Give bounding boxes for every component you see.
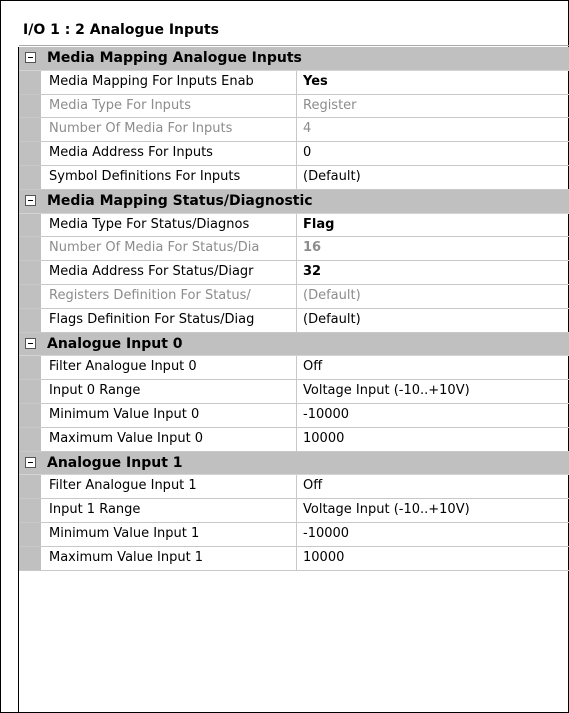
category-label: Analogue Input 0 [47,335,183,352]
property-row[interactable]: Symbol Definitions For Inputs (Default) [19,165,569,190]
property-row[interactable]: Media Type For Status/Diagnos Flag [19,213,569,238]
property-name: Minimum Value Input 0 [41,403,297,427]
property-row: Registers Definition For Status/ (Default… [19,284,569,309]
property-value[interactable]: 32 [303,264,321,279]
row-gutter [19,284,41,308]
property-value[interactable]: Yes [303,74,328,89]
property-value[interactable]: -10000 [303,407,349,422]
row-gutter [19,427,41,451]
row-gutter [19,261,41,284]
property-value: (Default) [303,287,361,303]
row-gutter [19,94,41,118]
row-gutter [19,356,41,380]
property-value[interactable]: (Default) [303,169,361,184]
row-gutter [19,499,41,522]
property-name: Maximum Value Input 1 [41,546,297,570]
collapse-toggle-icon[interactable] [25,337,36,349]
property-panel: I/O 1 : 2 Analogue Inputs Media Mapping … [0,0,569,713]
row-gutter [19,70,41,94]
property-name: Input 0 Range [41,380,297,403]
property-value: Register [303,97,357,113]
property-value[interactable]: Flag [303,217,334,232]
category-label: Media Mapping Analogue Inputs [47,50,302,66]
property-name: Filter Analogue Input 0 [41,356,297,380]
property-name: Media Address For Inputs [41,142,297,165]
property-row[interactable]: Flags Definition For Status/Diag (Default… [19,308,569,333]
row-gutter [19,213,41,237]
property-value[interactable]: 10000 [303,550,344,565]
row-gutter [19,308,41,332]
category-header[interactable]: Analogue Input 0 [19,332,569,357]
property-value[interactable]: -10000 [303,526,349,541]
property-row: Media Type For Inputs Register [19,94,569,119]
property-name: Media Mapping For Inputs Enab [41,70,297,94]
row-gutter [19,403,41,427]
property-name: Input 1 Range [41,499,297,522]
property-row[interactable]: Input 1 Range Voltage Input (-10..+10V) [19,499,569,523]
collapse-toggle-icon[interactable] [25,194,36,206]
property-name: Media Type For Status/Diagnos [41,213,297,237]
category-header[interactable]: Media Mapping Analogue Inputs [19,47,569,71]
property-grid: Media Mapping Analogue Inputs Media Mappi… [19,47,569,571]
category-header[interactable]: Media Mapping Status/Diagnostic [19,189,569,214]
property-row: Number Of Media For Inputs 4 [19,118,569,143]
property-name: Media Address For Status/Diagr [41,261,297,284]
property-value[interactable]: (Default) [303,312,361,327]
property-value[interactable]: Voltage Input (-10..+10V) [303,383,470,398]
row-gutter [19,546,41,570]
property-row[interactable]: Media Address For Status/Diagr 32 [19,261,569,285]
row-gutter [19,237,41,261]
property-row: Number Of Media For Status/Dia 16 [19,237,569,262]
row-gutter [19,475,41,499]
property-value[interactable]: Off [303,359,322,374]
property-row[interactable]: Filter Analogue Input 1 Off [19,475,569,500]
property-row[interactable]: Minimum Value Input 1 -10000 [19,522,569,547]
property-row[interactable]: Media Address For Inputs 0 [19,142,569,166]
property-row[interactable]: Maximum Value Input 1 10000 [19,546,569,571]
row-gutter [19,142,41,165]
property-name: Flags Definition For Status/Diag [41,308,297,332]
panel-title: I/O 1 : 2 Analogue Inputs [23,22,220,38]
property-value: 4 [303,121,312,137]
row-gutter [19,118,41,142]
property-value: 16 [303,240,322,256]
category-label: Analogue Input 1 [47,454,183,471]
row-gutter [19,522,41,546]
property-name: Number Of Media For Inputs [41,118,297,142]
property-row[interactable]: Media Mapping For Inputs Enab Yes [19,70,569,95]
property-name: Registers Definition For Status/ [41,284,297,308]
property-name: Symbol Definitions For Inputs [41,165,297,189]
property-name: Filter Analogue Input 1 [41,475,297,499]
category-header[interactable]: Analogue Input 1 [19,451,569,476]
property-value[interactable]: 10000 [303,431,344,446]
property-value[interactable]: Off [303,478,322,493]
property-row[interactable]: Input 0 Range Voltage Input (-10..+10V) [19,380,569,404]
collapse-toggle-icon[interactable] [25,456,36,468]
row-gutter [19,165,41,189]
collapse-toggle-icon[interactable] [25,52,36,63]
property-row[interactable]: Filter Analogue Input 0 Off [19,356,569,381]
property-value[interactable]: 0 [303,145,311,160]
property-name: Media Type For Inputs [41,94,297,118]
property-name: Maximum Value Input 0 [41,427,297,451]
property-value[interactable]: Voltage Input (-10..+10V) [303,502,470,517]
property-name: Number Of Media For Status/Dia [41,237,297,261]
property-row[interactable]: Minimum Value Input 0 -10000 [19,403,569,428]
property-row[interactable]: Maximum Value Input 0 10000 [19,427,569,452]
title-divider [19,45,569,46]
property-name: Minimum Value Input 1 [41,522,297,546]
category-label: Media Mapping Status/Diagnostic [47,192,313,209]
row-gutter [19,380,41,403]
